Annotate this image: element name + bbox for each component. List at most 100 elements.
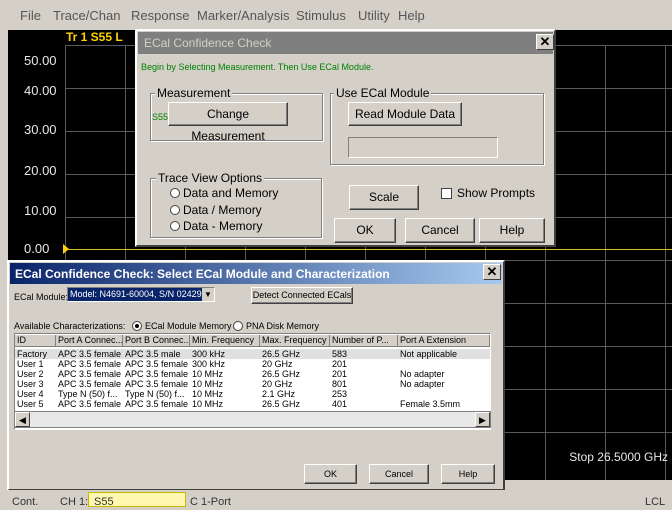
y-axis-label: 0.00	[24, 241, 50, 256]
ok-button[interactable]: OK	[334, 218, 396, 243]
table-cell: User 1	[17, 359, 44, 369]
channel-label: CH 1:	[60, 496, 89, 508]
table-cell: 10 MHz	[192, 389, 224, 399]
cal-status: C 1-Port	[190, 496, 231, 508]
pna-disk-memory-label: PNA Disk Memory	[246, 321, 320, 331]
table-cell: APC 3.5 male	[125, 349, 181, 359]
help-button[interactable]: Help	[479, 218, 545, 243]
show-prompts-label: Show Prompts	[457, 186, 536, 200]
dialog-titlebar[interactable]: ECal Confidence Check	[138, 32, 553, 54]
close-icon: ✕	[539, 34, 551, 49]
table-row[interactable]: User 1 APC 3.5 female APC 3.5 female 300 kH…	[15, 359, 490, 369]
table-row[interactable]: Factory APC 3.5 female APC 3.5 male 300 kHz…	[15, 349, 490, 359]
dialog-title: ECal Confidence Check: Select ECal Modul…	[15, 267, 390, 281]
grid-line	[665, 45, 666, 480]
table-row[interactable]: User 3 APC 3.5 female APC 3.5 female 10 MHz…	[15, 379, 490, 389]
data-div-memory-label: Data / Memory	[183, 203, 262, 217]
menu-marker-analysis[interactable]: Marker/Analysis	[197, 8, 289, 23]
ecal-module-memory-radio[interactable]	[132, 321, 142, 331]
data-div-memory-radio[interactable]	[170, 205, 180, 215]
trace-view-group-label: Trace View Options	[156, 171, 265, 185]
column-header[interactable]: Min. Frequency	[190, 335, 260, 347]
reference-arrow-icon	[63, 244, 69, 254]
cancel-button[interactable]: Cancel	[369, 464, 429, 484]
table-row[interactable]: User 4 Type N (50) f... Type N (50) f... 10…	[15, 389, 490, 399]
ecal-module-label: ECal Module:	[14, 292, 69, 302]
table-cell: APC 3.5 female	[125, 369, 189, 379]
table-cell: Type N (50) f...	[58, 389, 118, 399]
table-cell: 201	[332, 359, 348, 369]
ok-button[interactable]: OK	[304, 464, 357, 484]
menu-bar: File Trace/Chan Response Marker/Analysis…	[0, 0, 672, 30]
table-cell: APC 3.5 female	[125, 379, 189, 389]
table-cell: 10 MHz	[192, 399, 224, 409]
column-header[interactable]: Number of P...	[330, 335, 398, 347]
dialog-titlebar[interactable]: ECal Confidence Check: Select ECal Modul…	[10, 263, 502, 284]
table-cell: 20 GHz	[262, 379, 293, 389]
measurement-group-label: Measurement	[155, 86, 233, 100]
column-header[interactable]: Port A Extension	[398, 335, 490, 347]
table-cell: 26.5 GHz	[262, 369, 301, 379]
scale-button[interactable]: Scale	[349, 185, 419, 210]
menu-file[interactable]: File	[20, 8, 41, 23]
column-header[interactable]: Port A Connec...	[56, 335, 123, 347]
trace-line	[65, 249, 672, 250]
table-cell: 26.5 GHz	[262, 349, 301, 359]
show-prompts-checkbox[interactable]	[441, 188, 452, 199]
table-cell: APC 3.5 female	[58, 399, 122, 409]
ecal-module-select[interactable]: Model: N4691-60004, S/N 02429 ▼	[67, 287, 215, 302]
table-cell: Not applicable	[400, 349, 458, 359]
ecal-module-value: Model: N4691-60004, S/N 02429	[70, 289, 202, 299]
table-cell: APC 3.5 female	[125, 399, 189, 409]
column-header[interactable]: ID	[15, 335, 56, 347]
table-cell: 801	[332, 379, 348, 389]
table-cell: User 4	[17, 389, 44, 399]
menu-stimulus[interactable]: Stimulus	[296, 8, 346, 23]
measurement-hint: S55	[152, 112, 169, 122]
table-cell: 201	[332, 369, 348, 379]
chevron-down-icon[interactable]: ▼	[202, 288, 214, 301]
use-ecal-group-label: Use ECal Module	[334, 86, 432, 100]
horizontal-scrollbar[interactable]: ◀ ▶	[14, 411, 491, 428]
menu-utility[interactable]: Utility	[358, 8, 390, 23]
column-header[interactable]: Max. Frequency	[260, 335, 330, 347]
table-cell: 253	[332, 389, 348, 399]
detect-ecals-button[interactable]: Detect Connected ECals	[251, 287, 353, 304]
table-row[interactable]: User 2 APC 3.5 female APC 3.5 female 10 MHz…	[15, 369, 490, 379]
remote-status: LCL	[645, 496, 666, 508]
column-header[interactable]: Port B Connec...	[123, 335, 190, 347]
table-row[interactable]: User 5 APC 3.5 female APC 3.5 female 10 MHz…	[15, 399, 490, 409]
table-cell: 2.1 GHz	[262, 389, 296, 399]
pna-disk-memory-radio[interactable]	[233, 321, 243, 331]
change-measurement-button[interactable]: Change Measurement	[168, 102, 288, 143]
cancel-button[interactable]: Cancel	[405, 218, 475, 243]
grid-line	[605, 45, 606, 480]
scroll-left-icon[interactable]: ◀	[15, 412, 30, 427]
stop-frequency-label: Stop 26.5000 GHz	[569, 450, 668, 464]
table-cell: 10 MHz	[192, 379, 224, 389]
table-cell: APC 3.5 female	[58, 359, 122, 369]
ecal-confidence-dialog: ECal Confidence Check ✕ Begin by Selecti…	[135, 29, 556, 247]
table-cell: Female 3.5mm	[400, 399, 461, 409]
available-characterizations-label: Available Characterizations:	[14, 321, 126, 331]
table-cell: APC 3.5 female	[58, 379, 122, 389]
y-axis-label: 40.00	[24, 83, 57, 98]
close-button[interactable]: ✕	[536, 34, 554, 50]
ecal-module-memory-label: ECal Module Memory	[145, 321, 232, 331]
trace-title: Tr 1 S55 L	[66, 30, 123, 44]
table-cell: 20 GHz	[262, 359, 293, 369]
menu-response[interactable]: Response	[131, 8, 190, 23]
table-cell: Type N (50) f...	[125, 389, 185, 399]
y-axis-label: 20.00	[24, 163, 57, 178]
data-and-memory-radio[interactable]	[170, 188, 180, 198]
y-axis-label: 30.00	[24, 122, 57, 137]
scroll-right-icon[interactable]: ▶	[475, 412, 490, 427]
dialog-title: ECal Confidence Check	[144, 36, 272, 50]
read-module-data-button[interactable]: Read Module Data	[348, 102, 462, 126]
data-minus-memory-radio[interactable]	[170, 221, 180, 231]
table-cell: 583	[332, 349, 348, 359]
menu-trace-chan[interactable]: Trace/Chan	[53, 8, 120, 23]
help-button[interactable]: Help	[441, 464, 495, 484]
menu-help[interactable]: Help	[398, 8, 425, 23]
close-button[interactable]: ✕	[483, 264, 501, 280]
